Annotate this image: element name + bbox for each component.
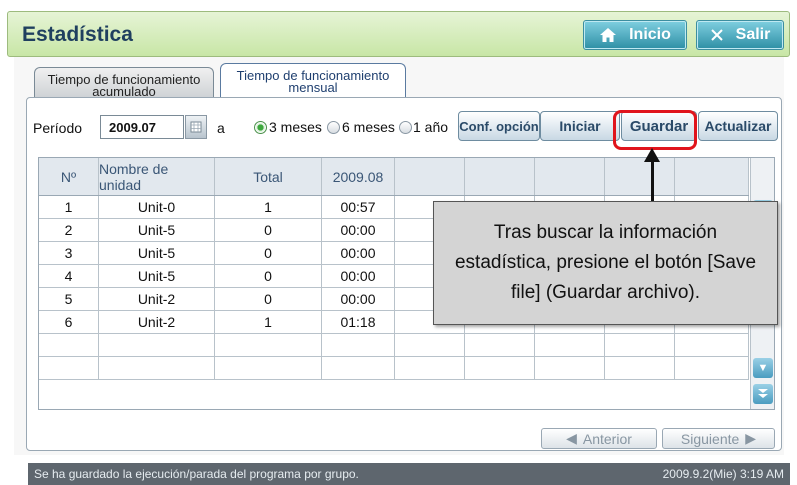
empty-cell [465, 357, 535, 379]
table-header-row: Nº Nombre de unidad Total 2009.08 [39, 158, 749, 196]
period-label: Período [33, 120, 83, 136]
callout-line: Tras buscar la información [493, 222, 718, 243]
radio-1-ano[interactable] [399, 121, 412, 134]
row-number: 2 [39, 219, 99, 241]
radio-label: 3 meses [269, 119, 322, 135]
empty-cell [535, 334, 605, 356]
inicio-button[interactable]: Inicio [583, 20, 687, 50]
total-value: 1 [215, 196, 322, 218]
month-value: 00:57 [322, 196, 395, 218]
column-header: Nº [39, 158, 99, 195]
row-number [39, 334, 99, 356]
column-header [395, 158, 465, 195]
unit-name: Unit-2 [99, 288, 215, 310]
callout-arrow [651, 160, 654, 202]
row-number: 1 [39, 196, 99, 218]
month-value: 00:00 [322, 265, 395, 287]
row-number [39, 357, 99, 379]
month-value: 00:00 [322, 219, 395, 241]
row-number: 5 [39, 288, 99, 310]
row-number: 3 [39, 242, 99, 264]
column-header [605, 158, 675, 195]
anterior-label: Anterior [582, 430, 632, 447]
total-value: 0 [215, 242, 322, 264]
siguiente-label: Siguiente [680, 430, 740, 447]
empty-cell [605, 334, 675, 356]
unit-name: Unit-5 [99, 265, 215, 287]
total-value: 1 [215, 311, 322, 333]
conf-opcion-button[interactable]: Conf. opción [458, 111, 540, 141]
arrow-double-down-icon [758, 389, 768, 398]
salir-button[interactable]: Salir [696, 20, 784, 50]
row-number: 4 [39, 265, 99, 287]
table-row[interactable] [39, 357, 749, 380]
actualizar-button[interactable]: Actualizar [698, 111, 778, 141]
callout-line: file] (Guardar archivo). [510, 282, 700, 303]
arrow-left-icon: ◀ [566, 430, 577, 446]
column-header [675, 158, 749, 195]
radio-label: 6 meses [342, 119, 395, 135]
empty-cell [395, 357, 465, 379]
column-header: Total [215, 158, 322, 195]
period-input[interactable]: 2009.07 [100, 115, 184, 139]
to-label: a [217, 120, 225, 136]
home-icon [600, 28, 617, 42]
column-header [465, 158, 535, 195]
total-value: 0 [215, 219, 322, 241]
column-header [535, 158, 605, 195]
column-header: Nombre de unidad [99, 158, 215, 195]
instruction-callout: Tras buscar la información estadística, … [433, 201, 778, 325]
total-value: 0 [215, 265, 322, 287]
iniciar-button[interactable]: Iniciar [540, 111, 620, 141]
radio-6-meses[interactable] [327, 121, 340, 134]
radio-label: 1 año [413, 119, 449, 135]
scroll-bottom-button[interactable] [753, 384, 773, 404]
siguiente-button[interactable]: Siguiente ▶ [662, 428, 775, 449]
arrow-down-icon: ▼ [757, 362, 769, 374]
unit-name: Unit-0 [99, 196, 215, 218]
status-message: Se ha guardado la ejecución/parada del p… [34, 467, 359, 481]
month-value: 00:00 [322, 288, 395, 310]
page-title: Estadística [22, 23, 133, 46]
radio-3-meses[interactable] [254, 121, 267, 134]
arrow-right-icon: ▶ [745, 430, 757, 446]
empty-cell [465, 334, 535, 356]
table-row[interactable] [39, 334, 749, 357]
total-value [215, 357, 322, 379]
scroll-down-button[interactable]: ▼ [753, 358, 773, 378]
unit-name: Unit-5 [99, 219, 215, 241]
callout-line: estadística, presione el botón [Save [454, 252, 757, 273]
total-value: 0 [215, 288, 322, 310]
callout-arrow-head [644, 148, 660, 162]
guardar-highlight [613, 110, 697, 150]
anterior-button[interactable]: ◀ Anterior [541, 428, 657, 449]
column-header: 2009.08 [322, 158, 395, 195]
close-icon [710, 29, 723, 41]
inicio-label: Inicio [629, 26, 671, 43]
month-value [322, 334, 395, 356]
empty-cell [675, 357, 749, 379]
empty-cell [535, 357, 605, 379]
calendar-icon [190, 121, 202, 133]
title-bar: Estadística Inicio Salir [7, 11, 790, 57]
month-value: 01:18 [322, 311, 395, 333]
unit-name: Unit-5 [99, 242, 215, 264]
salir-label: Salir [735, 26, 771, 43]
month-value: 00:00 [322, 242, 395, 264]
empty-cell [605, 357, 675, 379]
unit-name [99, 357, 215, 379]
empty-cell [395, 334, 465, 356]
calendar-button[interactable] [185, 115, 207, 139]
empty-cell [675, 334, 749, 356]
app-window: Estadística Inicio Salir Tiempo de funci… [0, 0, 797, 485]
month-value [322, 357, 395, 379]
row-number: 6 [39, 311, 99, 333]
unit-name [99, 334, 215, 356]
tab-label-line2: mensual [288, 80, 338, 95]
unit-name: Unit-2 [99, 311, 215, 333]
total-value [215, 334, 322, 356]
status-bar: Se ha guardado la ejecución/parada del p… [28, 463, 790, 485]
status-datetime: 2009.9.2(Mie) 3:19 AM [662, 467, 784, 481]
